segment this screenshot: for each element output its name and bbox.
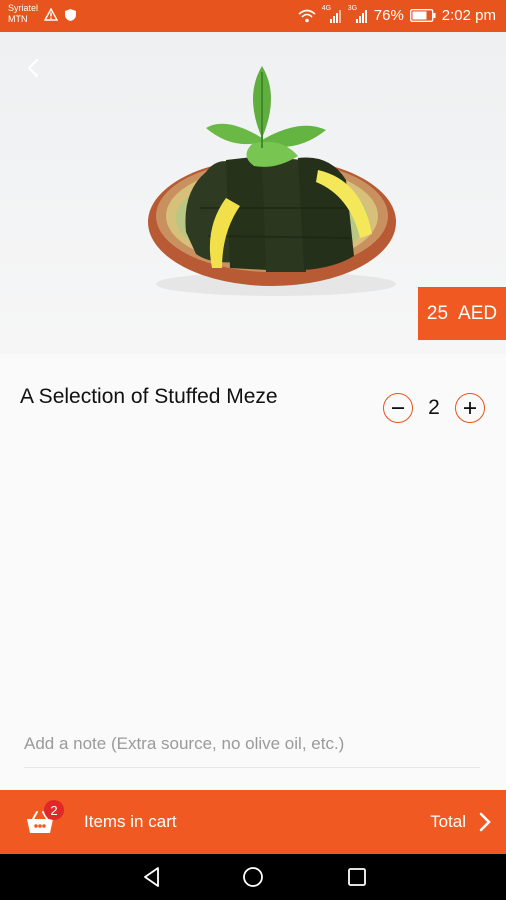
cart-count-badge: 2 <box>44 800 64 820</box>
items-in-cart-label: Items in cart <box>84 812 177 831</box>
price-value: 25 <box>426 302 449 324</box>
back-arrow-icon[interactable] <box>20 54 48 82</box>
carrier-line-2: MTN <box>8 14 28 24</box>
carrier-name: Syriatel MTN <box>8 3 38 25</box>
cart-bar[interactable]: Items in cart Total <box>0 790 506 854</box>
plus-icon <box>464 402 476 414</box>
battery-percentage: 76% <box>373 7 404 24</box>
price-badge: 25 AED <box>418 287 506 340</box>
warning-icon <box>44 8 58 21</box>
note-input[interactable] <box>24 727 480 768</box>
wifi-icon <box>298 9 316 22</box>
product-title: A Selection of Stuffed Meze <box>20 385 278 408</box>
shield-icon <box>65 9 76 21</box>
carrier-line-1: Syriatel <box>8 3 39 13</box>
clock-time: 2:02 pm <box>441 7 496 24</box>
minus-icon <box>392 407 404 409</box>
status-bar: Syriatel MTN 4G 3G 76% 2:02 pm <box>0 0 506 32</box>
signal-4g-icon: 4G <box>322 5 342 23</box>
system-navigation-bar <box>0 854 506 900</box>
total-label: Total <box>430 812 466 831</box>
quantity-stepper: 2 <box>383 393 485 423</box>
decrease-quantity-button[interactable] <box>383 393 413 423</box>
battery-icon <box>409 9 436 22</box>
nav-recent-apps-icon[interactable] <box>345 865 369 889</box>
quantity-value: 2 <box>428 396 440 419</box>
nav-back-icon[interactable] <box>140 865 164 889</box>
product-image: 25 AED <box>0 32 506 354</box>
increase-quantity-button[interactable] <box>455 393 485 423</box>
signal-3g-icon: 3G <box>348 5 368 23</box>
price-currency: AED <box>458 302 498 324</box>
chevron-right-icon[interactable] <box>478 811 492 833</box>
nav-home-icon[interactable] <box>241 865 265 889</box>
